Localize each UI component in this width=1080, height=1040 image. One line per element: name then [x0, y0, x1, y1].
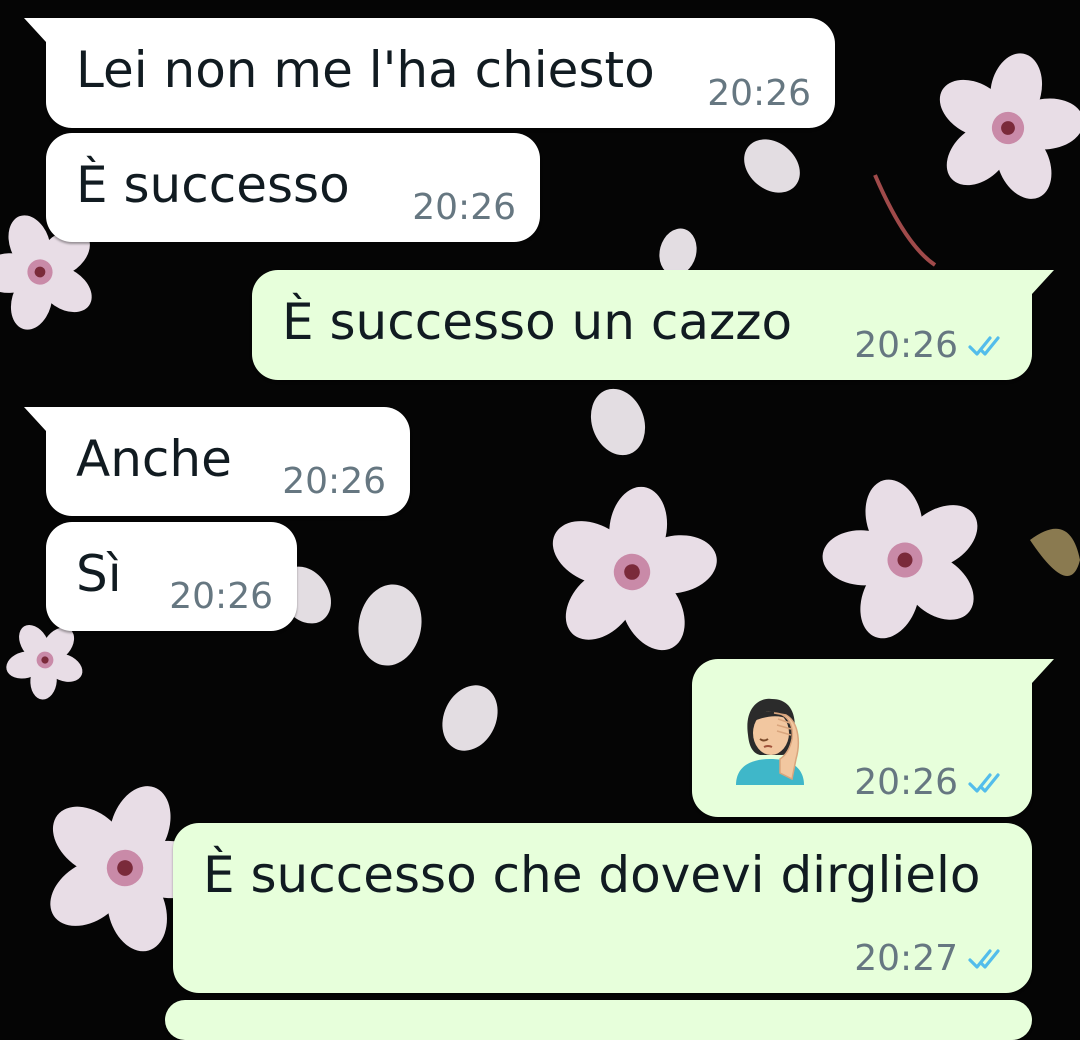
outgoing-message-partial[interactable]: [165, 1000, 1032, 1040]
message-text: È successo che dovevi dirglielo: [203, 846, 981, 904]
message-text: È successo: [76, 156, 350, 214]
message-text: È successo un cazzo: [282, 293, 793, 351]
message-time: 20:26: [854, 762, 958, 803]
incoming-message[interactable]: È successo 20:26: [46, 133, 540, 242]
outgoing-message[interactable]: È successo che dovevi dirglielo 20:27: [173, 823, 1032, 993]
message-time: 20:27: [854, 938, 958, 979]
outgoing-message[interactable]: 20:26: [692, 659, 1054, 817]
chat-thread: Lei non me l'ha chiesto 20:26 È successo…: [0, 0, 1080, 1040]
message-meta: 20:26: [169, 577, 273, 617]
message-meta: 20:27: [854, 939, 1008, 979]
message-text: Lei non me l'ha chiesto: [76, 41, 655, 99]
message-time: 20:26: [282, 461, 386, 502]
woman-facepalming-emoji: [736, 698, 804, 785]
message-time: 20:26: [412, 187, 516, 228]
message-time: 20:26: [169, 576, 273, 617]
message-meta: 20:26: [854, 763, 1008, 803]
outgoing-message[interactable]: È successo un cazzo 20:26: [252, 270, 1054, 380]
message-time: 20:26: [854, 325, 958, 366]
incoming-message[interactable]: Lei non me l'ha chiesto 20:26: [24, 18, 835, 128]
double-check-read-icon: [968, 336, 1000, 356]
message-meta: 20:26: [707, 74, 811, 114]
message-meta: 20:26: [854, 326, 1008, 366]
incoming-message[interactable]: Anche 20:26: [24, 407, 410, 516]
message-text: Sì: [76, 545, 122, 603]
double-check-read-icon: [968, 773, 1000, 793]
message-meta: 20:26: [282, 462, 386, 502]
incoming-message[interactable]: Sì 20:26: [46, 522, 297, 631]
message-meta: 20:26: [412, 188, 516, 228]
double-check-read-icon: [968, 949, 1000, 969]
message-time: 20:26: [707, 73, 811, 114]
message-text: Anche: [76, 430, 232, 488]
